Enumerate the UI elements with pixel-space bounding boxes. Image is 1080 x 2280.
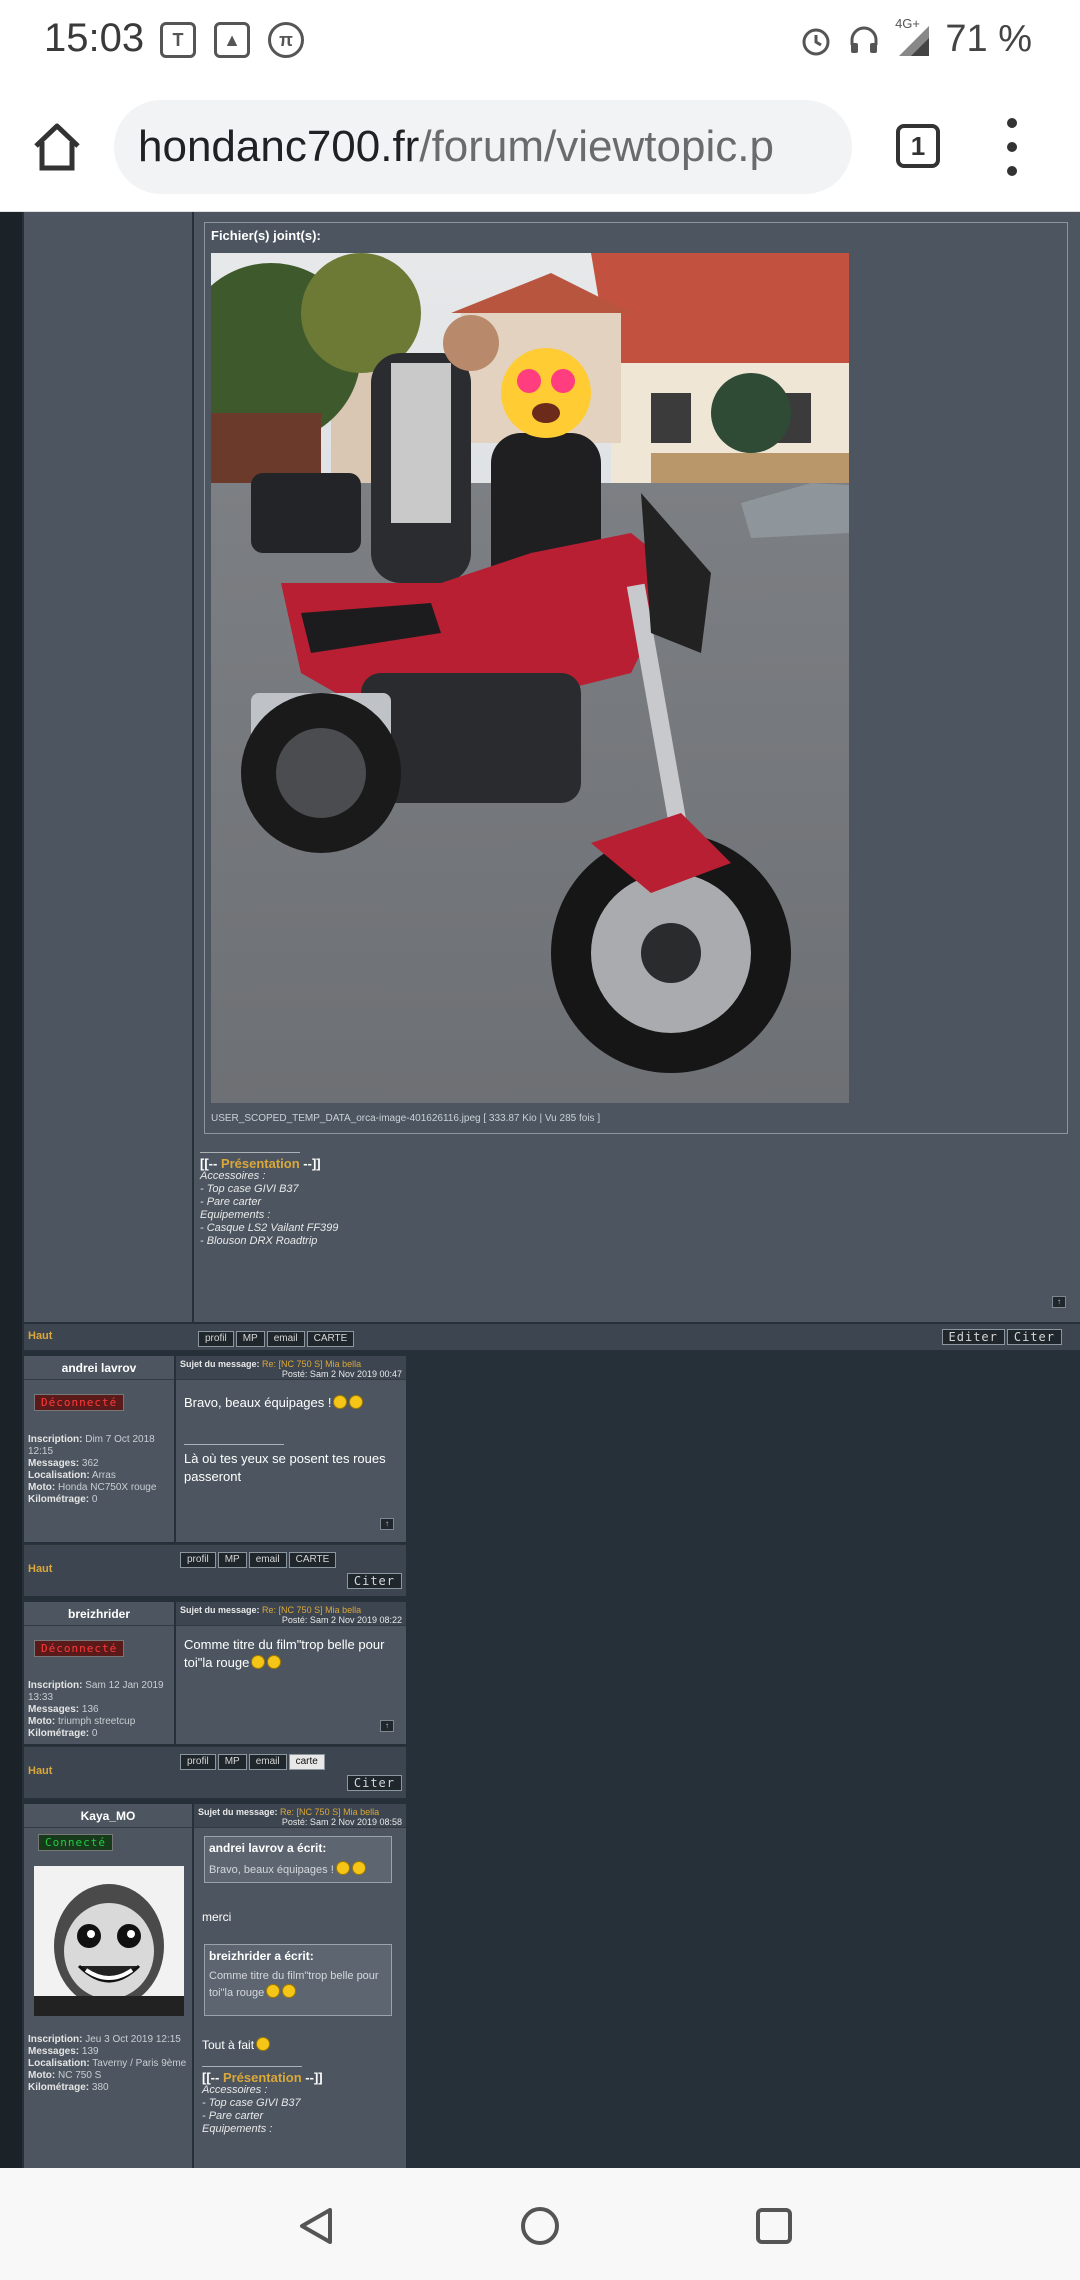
home-icon[interactable] [30, 120, 84, 174]
email-button[interactable]: email [248, 1754, 287, 1770]
author-column: Kaya_MO Connecté Inscription: Jeu 3 Oct … [24, 1804, 192, 2168]
laugh-emoji-icon [349, 1395, 364, 1409]
mp-button[interactable]: MP [235, 1331, 265, 1347]
motorcycle-photo[interactable] [211, 253, 849, 1103]
laugh-emoji-icon [251, 1655, 266, 1669]
recents-icon[interactable] [752, 2204, 796, 2248]
citer-button[interactable]: Citer [1006, 1329, 1062, 1345]
profil-button[interactable]: profil [198, 1331, 234, 1347]
carte-button[interactable]: carte [288, 1754, 325, 1770]
post-kaya: Kaya_MO Connecté Inscription: Jeu 3 Oct … [24, 1804, 406, 2168]
status-badge: Connecté [38, 1834, 113, 1851]
pi-icon: π [268, 22, 304, 58]
tab-switcher-button[interactable]: 1 [896, 124, 940, 168]
url-host: hondanc700.fr [138, 122, 420, 171]
presentation-link[interactable]: Présentation [223, 2070, 302, 2085]
home-nav-icon[interactable] [518, 2204, 562, 2248]
haut-link[interactable]: Haut [28, 1563, 52, 1575]
message-column: Sujet du message: Re: [NC 750 S] Mia bel… [176, 1356, 406, 1542]
username[interactable]: andrei lavrov [24, 1356, 174, 1380]
citer-button[interactable]: Citer [346, 1573, 402, 1589]
laugh-emoji-icon [335, 1861, 350, 1875]
email-button[interactable]: email [266, 1331, 305, 1347]
message-header: Sujet du message: Re: [NC 750 S] Mia bel… [176, 1356, 406, 1380]
back-to-top-icon[interactable]: ↑ [1052, 1296, 1066, 1308]
message-header: Sujet du message: Re: [NC 750 S] Mia bel… [176, 1602, 406, 1626]
status-badge: Déconnecté [34, 1394, 125, 1411]
message-column: Sujet du message: Re: [NC 750 S] Mia bel… [176, 1602, 406, 1744]
username[interactable]: breizhrider [24, 1602, 174, 1626]
signature: [[-- Présentation --]] Accessoires : - T… [202, 2066, 323, 2136]
profil-button[interactable]: profil [180, 1552, 216, 1568]
author-column: breizhrider Déconnecté Inscription: Sam … [24, 1602, 174, 1744]
quote-block: breizhrider a écrit: Comme titre du film… [204, 1944, 392, 2016]
post-breizhrider: breizhrider Déconnecté Inscription: Sam … [24, 1602, 406, 1798]
user-info: Inscription: Jeu 3 Oct 2019 12:15 Messag… [28, 2034, 187, 2093]
user-info: Inscription: Dim 7 Oct 2018 12:15 Messag… [28, 1434, 157, 1505]
signature: [[-- Présentation --]] Accessoires : - T… [200, 1152, 338, 1248]
author-column: andrei lavrov Déconnecté Inscription: Di… [24, 1356, 174, 1542]
overflow-menu-icon[interactable] [1002, 118, 1022, 176]
username[interactable]: Kaya_MO [24, 1804, 192, 1828]
address-bar[interactable]: hondanc700.fr/forum/viewtopic.p [114, 100, 852, 194]
profil-button[interactable]: profil [180, 1754, 216, 1770]
haut-link[interactable]: Haut [28, 1765, 52, 1777]
gallery-icon: ▲ [214, 22, 250, 58]
motorcycle-image [211, 253, 849, 1103]
carte-button[interactable]: CARTE [306, 1331, 355, 1347]
back-to-top-icon[interactable]: ↑ [380, 1720, 394, 1732]
back-icon[interactable] [294, 2204, 338, 2248]
laugh-emoji-icon [351, 1861, 366, 1875]
quote-block: andrei lavrov a écrit: Bravo, beaux équi… [204, 1836, 392, 1883]
battery-level: 71 % [945, 18, 1032, 60]
back-to-top-icon[interactable]: ↑ [380, 1518, 394, 1530]
alarm-icon [802, 28, 830, 55]
laugh-emoji-icon [282, 1984, 297, 1998]
post-author-column [24, 212, 192, 1322]
attachment-box: Fichier(s) joint(s): USER_SCOPED_TEMP_DA… [204, 222, 1068, 1134]
smile-emoji-icon [256, 2037, 271, 2051]
message-header: Sujet du message: Re: [NC 750 S] Mia bel… [194, 1804, 406, 1828]
web-content: Fichier(s) joint(s): USER_SCOPED_TEMP_DA… [0, 212, 1080, 2168]
avatar[interactable] [34, 1866, 184, 2016]
network-label: 4G+ [895, 16, 920, 31]
clock: 15:03 [44, 16, 145, 60]
image-caption: USER_SCOPED_TEMP_DATA_orca-image-4016261… [211, 1113, 601, 1124]
mp-button[interactable]: MP [217, 1552, 247, 1568]
url-path: /forum/viewtopic.p [419, 122, 774, 171]
laugh-emoji-icon [267, 1655, 282, 1669]
message-column: Sujet du message: Re: [NC 750 S] Mia bel… [194, 1804, 406, 2168]
laugh-emoji-icon [333, 1395, 348, 1409]
attachment-title: Fichier(s) joint(s): [211, 228, 321, 243]
headphones-icon [850, 26, 878, 53]
user-info: Inscription: Sam 12 Jan 2019 13:33 Messa… [28, 1680, 164, 1739]
post-footer: Haut profil MP email CARTE Editer Citer [24, 1324, 1080, 1350]
status-bar: 15:03 T ▲ π 4G+ 71 % [0, 0, 1080, 82]
navigation-bar [0, 2168, 1080, 2280]
carte-button[interactable]: CARTE [288, 1552, 337, 1568]
mp-button[interactable]: MP [217, 1754, 247, 1770]
browser-toolbar: hondanc700.fr/forum/viewtopic.p 1 [0, 82, 1080, 212]
status-badge: Déconnecté [34, 1640, 125, 1657]
post-andrei: andrei lavrov Déconnecté Inscription: Di… [24, 1356, 406, 1596]
haut-link[interactable]: Haut [28, 1330, 52, 1342]
presentation-link[interactable]: Présentation [221, 1156, 300, 1171]
notification-t-icon: T [160, 22, 196, 58]
post-footer: Haut profil MP email CARTE Citer [24, 1544, 406, 1596]
citer-button[interactable]: Citer [346, 1775, 402, 1791]
email-button[interactable]: email [248, 1552, 287, 1568]
post-footer: Haut profil MP email carte Citer [24, 1746, 406, 1798]
editer-button[interactable]: Editer [941, 1329, 1005, 1345]
laugh-emoji-icon [266, 1984, 281, 1998]
